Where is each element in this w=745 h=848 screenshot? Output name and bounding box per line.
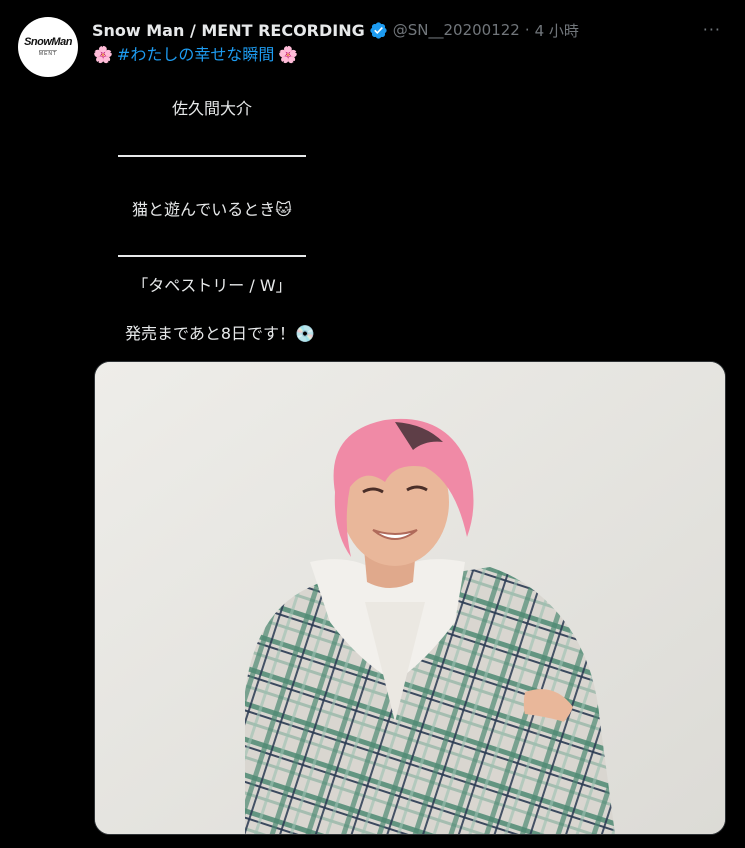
tweet-line-release: 発売まであと8日です！💿	[125, 324, 315, 343]
tweet-line-title: 「タペストリー / W」	[132, 276, 292, 295]
cherry-blossom-icon: 🌸	[93, 45, 113, 64]
tweet-line-name: 佐久間大介	[171, 99, 252, 118]
hashtag-line: 🌸 #わたしの幸せな瞬間 🌸	[93, 43, 473, 67]
display-name[interactable]: Snow Man / MENT RECORDING	[92, 21, 365, 40]
divider-line	[118, 155, 306, 157]
hashtag-link[interactable]: #わたしの幸せな瞬間	[117, 43, 274, 67]
cherry-blossom-icon: 🌸	[278, 45, 299, 64]
more-options-icon[interactable]: ···	[703, 20, 721, 39]
user-handle[interactable]: @SN__20200122	[393, 21, 520, 39]
tweet-line-moment: 猫と遊んでいるとき🐱	[132, 200, 292, 219]
avatar-logo-subtext: MENT	[38, 51, 58, 57]
avatar[interactable]: SnowMan MENT	[18, 17, 78, 77]
photo-illustration	[95, 362, 725, 834]
tweet-text: 🌸 #わたしの幸せな瞬間 🌸	[93, 43, 473, 67]
avatar-logo-text: SnowMan	[24, 36, 72, 48]
divider-line	[118, 255, 306, 257]
separator-dot: ·	[524, 21, 530, 39]
tweet-photo[interactable]	[94, 361, 726, 835]
tweet-header: Snow Man / MENT RECORDING @SN__20200122 …	[92, 18, 725, 42]
timestamp[interactable]: 4 小時	[535, 20, 579, 41]
verified-badge-icon	[370, 21, 387, 39]
